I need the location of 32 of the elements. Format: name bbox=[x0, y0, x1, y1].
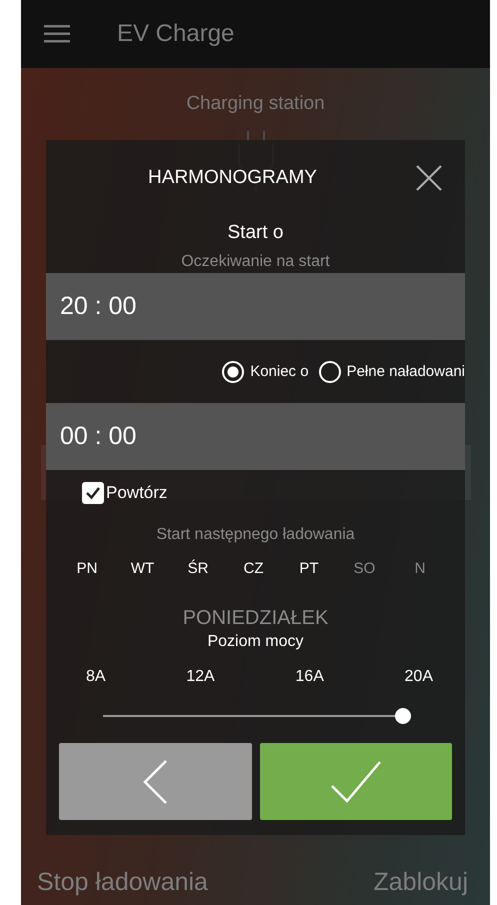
weekday-toggle[interactable]: SO bbox=[350, 560, 380, 577]
weekday-toggle[interactable]: CZ bbox=[238, 560, 268, 577]
weekday-toggle[interactable]: ŚR bbox=[183, 560, 213, 577]
app-title: EV Charge bbox=[117, 20, 234, 48]
status-text: Oczekiwanie na start bbox=[181, 253, 330, 271]
next-start-day: PONIEDZIAŁEK bbox=[182, 607, 328, 630]
tick-label: 8A bbox=[86, 668, 106, 686]
power-title: Poziom mocy bbox=[206, 633, 305, 651]
radio-label: Pełne naładowani bbox=[346, 363, 465, 380]
time-field[interactable]: 20 : 00 bbox=[46, 273, 465, 340]
start-label: Start o bbox=[228, 222, 284, 244]
next-start-label: Start następnego ładowania bbox=[156, 526, 355, 544]
menu-icon[interactable] bbox=[44, 25, 70, 43]
chevron-left-icon bbox=[142, 758, 168, 804]
weekday-toggle[interactable]: N bbox=[405, 560, 435, 577]
slider-thumb[interactable] bbox=[395, 708, 411, 724]
tick-label: 16A bbox=[295, 668, 324, 686]
checkmark-icon bbox=[330, 760, 382, 804]
station-title: Charging station bbox=[186, 93, 325, 115]
checkbox-label: Powtórz bbox=[106, 483, 168, 503]
radio-button[interactable] bbox=[318, 360, 341, 382]
weekday-toggle[interactable]: PT bbox=[294, 560, 324, 577]
checkbox[interactable] bbox=[82, 482, 104, 504]
tick-label: 12A bbox=[186, 668, 215, 686]
radio-label: Koniec o bbox=[250, 363, 309, 380]
weekday-toggle[interactable]: WT bbox=[128, 560, 158, 577]
tick-label: 20A bbox=[404, 668, 433, 686]
radio-button[interactable] bbox=[222, 360, 244, 382]
time-field[interactable]: 00 : 00 bbox=[46, 403, 465, 470]
weekday-toggle[interactable]: PN bbox=[72, 560, 102, 577]
dialog-title: HARMONOGRAMY bbox=[148, 167, 317, 189]
close-icon[interactable] bbox=[416, 165, 442, 191]
